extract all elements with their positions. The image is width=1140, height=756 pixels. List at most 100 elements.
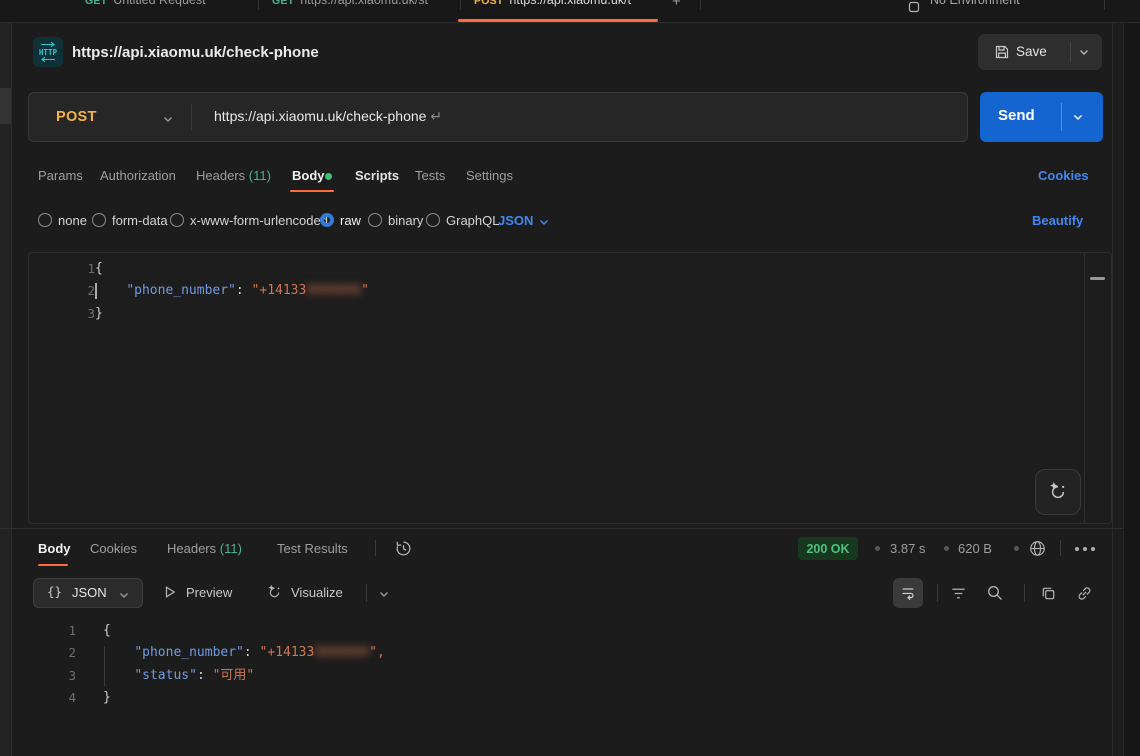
indent-guide	[104, 646, 105, 686]
button-divider	[1070, 42, 1071, 62]
tab-scripts[interactable]: Scripts	[355, 168, 399, 183]
request-body-editor[interactable]: 1 2 3 { "phone_number": "+141330000000" …	[28, 252, 1112, 524]
editor-scrollbar[interactable]	[1084, 253, 1111, 523]
save-button[interactable]: Save	[978, 34, 1102, 70]
radio-none[interactable]	[38, 213, 52, 227]
response-time[interactable]: 3.87 s	[890, 541, 925, 556]
json-key: "phone_number"	[134, 645, 244, 660]
chevron-down-icon	[118, 589, 130, 601]
radio-urlencoded-label[interactable]: x-www-form-urlencoded	[190, 213, 328, 228]
url-input[interactable]: https://api.xiaomu.uk/check-phone ↵	[214, 108, 442, 125]
tab-authorization[interactable]: Authorization	[100, 168, 176, 183]
request-title: https://api.xiaomu.uk/check-phone	[72, 44, 319, 61]
save-chevron-down-icon[interactable]	[1078, 46, 1090, 58]
response-format-dropdown[interactable]: {} JSON	[33, 578, 143, 608]
postbot-button[interactable]	[1035, 469, 1081, 515]
radio-graphql-label[interactable]: GraphQL	[446, 213, 499, 228]
wrap-text-button[interactable]	[893, 578, 923, 608]
new-tab-button[interactable]: +	[672, 0, 681, 10]
body-modified-dot	[325, 173, 332, 180]
line-number: 2	[36, 645, 76, 660]
send-button[interactable]: Send	[980, 92, 1103, 142]
send-chevron-down-icon[interactable]	[1072, 111, 1084, 123]
cookies-link[interactable]: Cookies	[1038, 168, 1089, 183]
method-selector[interactable]: POST	[56, 109, 97, 125]
divider	[937, 584, 938, 602]
toolbar-chevron-down-icon[interactable]	[378, 588, 390, 600]
copy-icon[interactable]	[1040, 585, 1057, 602]
response-divider	[0, 528, 1123, 529]
radio-binary-label[interactable]: binary	[388, 213, 423, 228]
line-number: 3	[36, 668, 76, 683]
preview-button[interactable]: Preview	[186, 585, 232, 600]
raw-format-selector[interactable]: JSON	[498, 213, 533, 228]
format-chevron-down-icon[interactable]	[538, 216, 550, 228]
tab-settings[interactable]: Settings	[466, 168, 513, 183]
postman-app-window: GET Untitled Request GET https://api.xiaom…	[0, 0, 1140, 756]
search-icon[interactable]	[986, 584, 1004, 602]
method-get-label: GET	[272, 0, 294, 7]
line-number: 1	[36, 623, 76, 638]
line-number: 3	[55, 306, 95, 321]
globe-icon[interactable]	[1028, 539, 1047, 558]
tab-request-2[interactable]: GET https://api.xiaomu.uk/st	[272, 0, 428, 7]
response-tab-headers[interactable]: Headers (11)	[167, 541, 242, 556]
http-method-icon: HTTP	[33, 37, 63, 67]
json-key: "status"	[134, 668, 197, 683]
line-number: 4	[36, 690, 76, 705]
radio-none-label[interactable]: none	[58, 213, 87, 228]
tab-label: Untitled Request	[113, 0, 205, 7]
tab-label: https://api.xiaomu.uk/t	[509, 0, 631, 7]
beautify-link[interactable]: Beautify	[1032, 213, 1083, 228]
response-size[interactable]: 620 B	[958, 541, 992, 556]
response-tab-cookies[interactable]: Cookies	[90, 541, 137, 556]
return-key-icon: ↵	[430, 108, 442, 124]
link-icon[interactable]	[1076, 585, 1093, 602]
active-tab-underline	[290, 190, 334, 192]
radio-raw-selected[interactable]	[320, 213, 334, 227]
tab-tests[interactable]: Tests	[415, 168, 445, 183]
url-divider	[191, 104, 192, 130]
tab-untitled-request[interactable]: GET Untitled Request	[85, 0, 206, 7]
divider	[1024, 584, 1025, 602]
radio-form-data-label[interactable]: form-data	[112, 213, 168, 228]
tab-label: https://api.xiaomu.uk/st	[300, 0, 428, 7]
dot-separator	[875, 546, 880, 551]
json-key: "phone_number"	[126, 283, 236, 298]
json-value: "+14133	[260, 645, 315, 660]
redacted-digits: 0000000	[306, 283, 361, 298]
active-tab-underline	[458, 19, 658, 22]
method-chevron-down-icon[interactable]	[162, 113, 174, 125]
response-tab-test-results[interactable]: Test Results	[277, 541, 348, 556]
visualize-sparkle-icon[interactable]	[266, 584, 283, 601]
filter-icon[interactable]	[950, 585, 967, 602]
radio-binary[interactable]	[368, 213, 382, 227]
code-line: }	[95, 305, 103, 322]
environment-selector[interactable]: No Environment	[930, 0, 1020, 7]
radio-raw-label[interactable]: raw	[340, 213, 361, 228]
tab-body[interactable]: Body	[292, 168, 325, 183]
json-value: "+14133	[252, 283, 307, 298]
environment-icon	[908, 1, 920, 13]
status-badge[interactable]: 200 OK	[798, 537, 858, 560]
tab-request-active[interactable]: POSThttps://api.xiaomu.uk/t	[474, 0, 631, 7]
tab-headers[interactable]: Headers (11)	[196, 168, 271, 183]
preview-play-icon[interactable]	[163, 585, 177, 599]
divider	[375, 540, 376, 556]
radio-graphql[interactable]	[426, 213, 440, 227]
radio-urlencoded[interactable]	[170, 213, 184, 227]
history-icon[interactable]	[394, 539, 413, 558]
scrollbar-handle[interactable]	[1090, 277, 1105, 280]
response-body-viewer[interactable]: 1 2 3 4 { "phone_number": "+141330000000…	[0, 614, 1112, 756]
headers-count: (11)	[220, 541, 242, 556]
save-icon	[994, 44, 1010, 60]
method-get-label: GET	[85, 0, 107, 7]
more-options-icon[interactable]	[1075, 547, 1095, 551]
sidebar-highlight	[0, 88, 11, 124]
divider	[1060, 540, 1061, 556]
text-cursor	[95, 283, 97, 299]
tab-params[interactable]: Params	[38, 168, 83, 183]
visualize-button[interactable]: Visualize	[291, 585, 343, 600]
radio-form-data[interactable]	[92, 213, 106, 227]
response-tab-body[interactable]: Body	[38, 541, 71, 556]
